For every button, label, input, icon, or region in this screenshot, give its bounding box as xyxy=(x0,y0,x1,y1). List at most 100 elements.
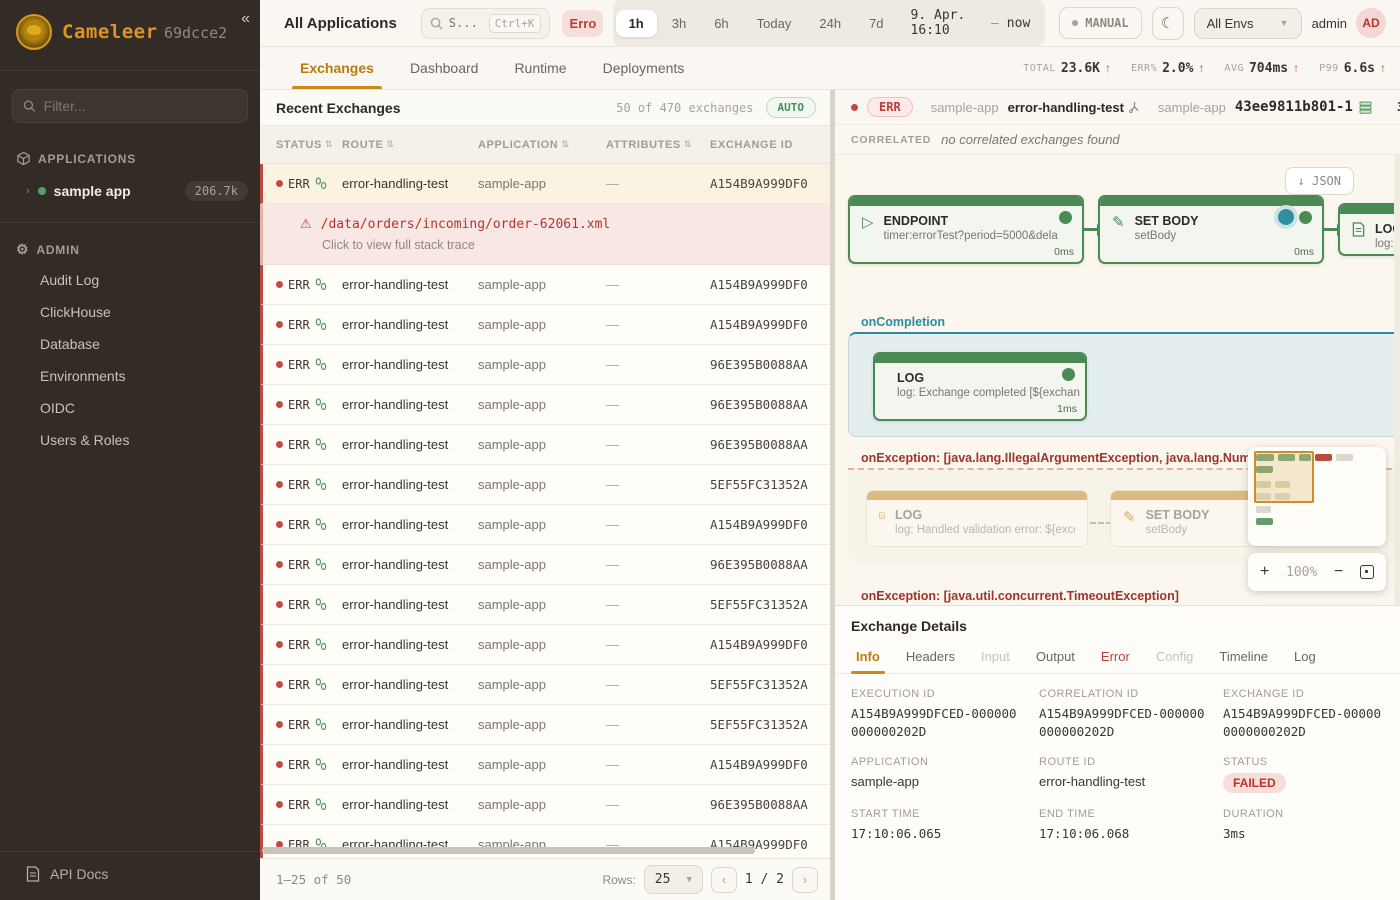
column-header-attributes[interactable]: ATTRIBUTES⇅ xyxy=(606,139,710,151)
avatar[interactable]: AD xyxy=(1356,8,1386,38)
details-tab[interactable]: Timeline xyxy=(1208,642,1279,673)
status-pill: ERR xyxy=(867,97,913,117)
time-range-option[interactable]: 1h xyxy=(616,10,657,37)
admin-menu-item[interactable]: OIDC xyxy=(0,392,260,424)
manual-refresh-button[interactable]: MANUAL xyxy=(1059,7,1141,39)
admin-menu-item[interactable]: Environments xyxy=(0,360,260,392)
flow-node-endpoint[interactable]: ▷ ENDPOINT timer:errorTest?period=5000&d… xyxy=(848,195,1084,264)
time-range-option[interactable]: 24h xyxy=(806,10,854,37)
details-tab[interactable]: Input xyxy=(970,642,1021,673)
chevron-right-icon[interactable]: › xyxy=(26,185,30,197)
table-row[interactable]: ERR error-handling-test sample-app — 96E… xyxy=(260,425,830,465)
download-json-button[interactable]: ↓ JSON xyxy=(1285,167,1354,195)
sidebar-filter[interactable] xyxy=(12,89,248,123)
column-header-exchange-id[interactable]: EXCHANGE ID xyxy=(710,139,830,151)
table-row[interactable]: ERR error-handling-test sample-app — A15… xyxy=(260,265,830,305)
table-row[interactable]: ERR error-handling-test sample-app — 5EF… xyxy=(260,705,830,745)
details-tab[interactable]: Info xyxy=(845,642,891,673)
admin-menu-item[interactable]: Users & Roles xyxy=(0,424,260,456)
details-tab[interactable]: Headers xyxy=(895,642,966,673)
flow-node-exception-log[interactable]: LOG log: Handled validation error: ${exc… xyxy=(866,490,1088,547)
trace-footprints-icon xyxy=(315,318,327,331)
main-tab[interactable]: Dashboard xyxy=(394,47,495,89)
time-range-option[interactable]: 3h xyxy=(659,10,699,37)
main-tab[interactable]: Exchanges xyxy=(284,47,390,89)
next-page-button[interactable]: › xyxy=(792,867,818,893)
rows-per-page-select[interactable]: 25 ▼ xyxy=(644,865,703,894)
trace-footprints-icon xyxy=(315,718,327,731)
time-range-option[interactable]: 7d xyxy=(856,10,896,37)
details-tab[interactable]: Log xyxy=(1283,642,1327,673)
table-row[interactable]: ERR error-handling-test sample-app — A15… xyxy=(260,505,830,545)
environment-select[interactable]: All Envs ▼ xyxy=(1194,8,1302,39)
status-badge: ERR xyxy=(288,518,310,532)
flow-node-set-body[interactable]: ✎ SET BODY setBody 0ms xyxy=(1098,195,1324,264)
sort-icon: ⇅ xyxy=(684,139,692,150)
trace-footprints-icon xyxy=(315,558,327,571)
attributes-cell: — xyxy=(606,277,710,292)
main-tab[interactable]: Deployments xyxy=(587,47,701,89)
application-cell: sample-app xyxy=(478,437,606,452)
zoom-out-button[interactable]: − xyxy=(1334,564,1343,580)
details-tab[interactable]: Error xyxy=(1090,642,1141,673)
user-menu: admin AD xyxy=(1312,8,1386,38)
error-stack-trace-preview[interactable]: ⚠ /data/orders/incoming/order-62061.xml … xyxy=(260,204,830,265)
admin-menu-item[interactable]: Database xyxy=(0,328,260,360)
status-badge: ERR xyxy=(288,398,310,412)
flow-node-log[interactable]: LOG log: Sta xyxy=(1338,203,1400,256)
table-row[interactable]: ERR error-handling-test sample-app — 96E… xyxy=(260,345,830,385)
time-range-option[interactable]: 6h xyxy=(701,10,741,37)
api-docs-link[interactable]: API Docs xyxy=(0,851,260,900)
table-row[interactable]: ERR error-handling-test sample-app — A15… xyxy=(260,305,830,345)
panel-title: Recent Exchanges xyxy=(276,100,401,116)
application-cell: sample-app xyxy=(478,477,606,492)
table-row[interactable]: ERR error-handling-test sample-app — 5EF… xyxy=(260,665,830,705)
column-header-status[interactable]: STATUS⇅ xyxy=(260,139,342,151)
column-header-route[interactable]: ROUTE⇅ xyxy=(342,139,478,151)
admin-menu-item[interactable]: Audit Log xyxy=(0,264,260,296)
field-exchange-id: EXCHANGE ID A154B9A999DFCED-000000000000… xyxy=(1223,688,1384,741)
prev-page-button[interactable]: ‹ xyxy=(711,867,737,893)
table-row[interactable]: ERR error-handling-test sample-app — 96E… xyxy=(260,785,830,825)
route-flow-canvas[interactable]: ↓ JSON ▷ ENDPOINT timer:errorTest?period… xyxy=(835,155,1400,605)
flow-minimap[interactable] xyxy=(1248,447,1386,546)
dark-mode-toggle[interactable]: ☾ xyxy=(1152,7,1184,40)
attributes-cell: — xyxy=(606,397,710,412)
fit-view-button[interactable] xyxy=(1360,565,1374,579)
horizontal-scrollbar[interactable] xyxy=(262,847,755,854)
zoom-in-button[interactable]: + xyxy=(1260,564,1269,580)
table-row[interactable]: ERR error-handling-test sample-app — 5EF… xyxy=(260,585,830,625)
auto-refresh-badge[interactable]: AUTO xyxy=(766,97,817,118)
detail-route-name[interactable]: error-handling-test xyxy=(1008,100,1140,115)
sidebar-item-sample-app[interactable]: › sample app 206.7k xyxy=(0,172,260,210)
correlated-bar: CORRELATED no correlated exchanges found xyxy=(835,125,1400,155)
time-range-option[interactable]: Today xyxy=(744,10,805,37)
filter-input[interactable] xyxy=(44,98,237,114)
route-cell: error-handling-test xyxy=(342,477,478,492)
main-flow-row: ▷ ENDPOINT timer:errorTest?period=5000&d… xyxy=(848,195,1400,264)
application-cell: sample-app xyxy=(478,717,606,732)
flow-node-completion-log[interactable]: LOG log: Exchange completed [${exchan 1m… xyxy=(873,352,1087,421)
table-row[interactable]: ERR error-handling-test sample-app — 96E… xyxy=(260,545,830,585)
exchange-id-cell: 5EF55FC31352A xyxy=(710,677,830,692)
table-row[interactable]: ERR error-handling-test sample-app — A15… xyxy=(260,625,830,665)
custom-date-range[interactable]: 9. Apr. 16:10 – now xyxy=(899,2,1043,44)
details-tab[interactable]: Config xyxy=(1145,642,1205,673)
search-input[interactable] xyxy=(449,16,483,30)
details-tab[interactable]: Output xyxy=(1025,642,1086,673)
admin-menu-item[interactable]: ClickHouse xyxy=(0,296,260,328)
main-tab[interactable]: Runtime xyxy=(498,47,582,89)
error-filter-chip[interactable]: Erro xyxy=(562,10,603,37)
status-failed-badge: FAILED xyxy=(1223,773,1286,793)
column-header-application[interactable]: APPLICATION⇅ xyxy=(478,139,606,151)
global-search[interactable]: Ctrl+K xyxy=(421,8,550,39)
table-row[interactable]: ERR error-handling-test sample-app — 96E… xyxy=(260,385,830,425)
table-row[interactable]: ERR error-handling-test sample-app — A15… xyxy=(260,745,830,785)
collapse-sidebar-icon[interactable]: « xyxy=(241,10,250,28)
minimap-viewport[interactable] xyxy=(1254,451,1314,503)
table-row[interactable]: ERR error-handling-test sample-app — 5EF… xyxy=(260,465,830,505)
on-completion-group: LOG log: Exchange completed [${exchan 1m… xyxy=(848,332,1400,437)
detail-exchange-id[interactable]: 43ee9811b801-1 xyxy=(1235,99,1372,115)
error-dot xyxy=(276,721,283,728)
table-row-selected[interactable]: ERR error-handling-test sample-app — A15… xyxy=(260,164,830,204)
